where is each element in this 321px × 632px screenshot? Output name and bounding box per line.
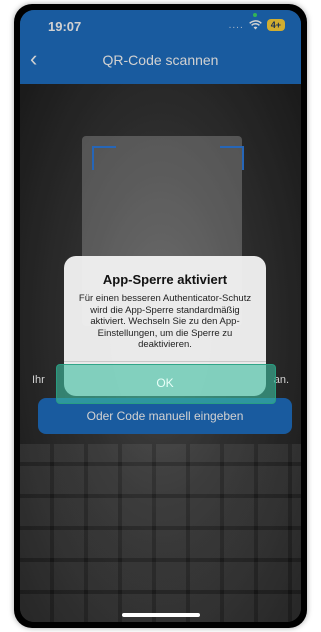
dialog-message: Für einen besseren Authenticator-Schutz … xyxy=(78,293,252,350)
home-indicator[interactable] xyxy=(122,613,200,617)
app-screen: 19:07 .... 4+ ‹ QR-Code scannen Ihr an. … xyxy=(20,10,301,622)
phone-frame: 19:07 .... 4+ ‹ QR-Code scannen Ihr an. … xyxy=(14,4,307,628)
dialog-title: App-Sperre aktiviert xyxy=(102,272,228,287)
ok-button-label[interactable]: OK xyxy=(56,364,274,402)
